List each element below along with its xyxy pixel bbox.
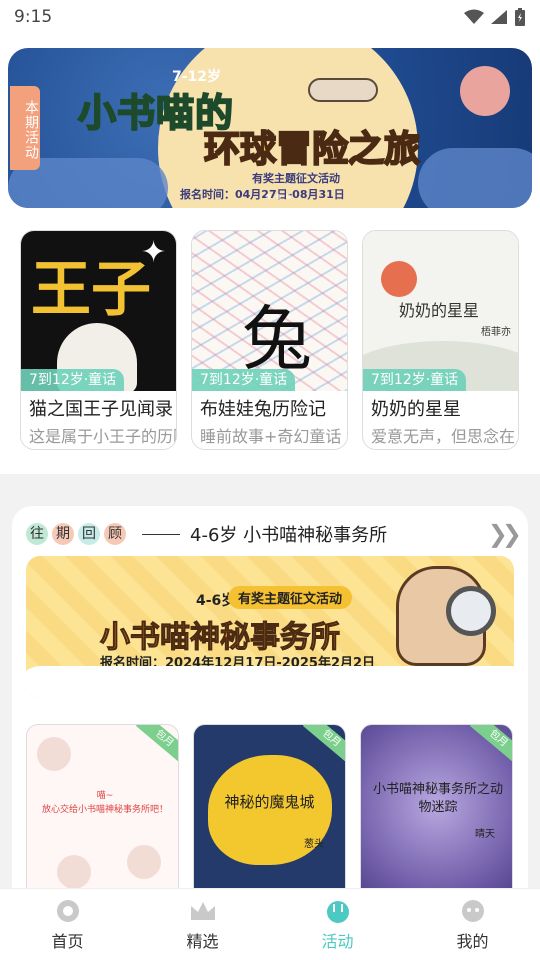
current-activity-badge: 本期活动 [10, 86, 40, 170]
banner-cloud [418, 148, 532, 208]
book-title: 奶奶的星星 [371, 399, 461, 420]
past-review-header[interactable]: 往 期 回 顾 4-6岁 小书喵神秘事务所 ❯❯ [26, 520, 522, 548]
tab-label: 活动 [321, 931, 354, 951]
sparkle-icon: ✦ [141, 235, 167, 270]
tab-featured[interactable]: 精选 [135, 889, 270, 960]
status-bar: 9:15 [0, 0, 540, 34]
book-cover: 王子 ✦ 7到12岁·童话 [21, 231, 176, 391]
promo-title: 小书喵神秘事务所 [100, 620, 341, 656]
status-time: 9:15 [14, 7, 53, 27]
book-card[interactable]: 王子 ✦ 7到12岁·童话 猫之国王子见闻录 这是属于小王子的历险 [20, 230, 177, 450]
activity-banner[interactable]: 本期活动 7-12岁 小书喵的 环球冒险之旅 有奖主题征文活动 报名时间：04月… [8, 48, 532, 208]
past-activity-banner[interactable]: 4-6岁 有奖主题征文活动 小书喵神秘事务所 报名时间：2024年12月17日-… [26, 556, 514, 698]
monthly-ribbon: 包月 [302, 725, 345, 765]
chip: 回 [78, 523, 100, 545]
cover-author: 晴天 [475, 829, 495, 840]
tab-profile[interactable]: 我的 [405, 889, 540, 960]
home-icon [56, 899, 79, 922]
banner-title-2: 环球冒险之旅 [203, 128, 421, 171]
paw-icon [57, 855, 91, 889]
crown-icon [190, 901, 215, 920]
cover-title: 王子 [31, 255, 151, 325]
banner-planet [460, 66, 510, 116]
book-card[interactable]: 兔 7到12岁·童话 布娃娃兔历险记 睡前故事+奇幻童话 [191, 230, 348, 450]
age-genre-tag: 7到12岁·童话 [363, 369, 467, 391]
magnifier-icon [446, 586, 496, 636]
monthly-ribbon: 包月 [469, 725, 512, 765]
tab-label: 精选 [186, 931, 219, 951]
chip: 期 [52, 523, 74, 545]
cover-sun [381, 261, 417, 297]
paw-icon [37, 737, 71, 771]
banner-subtitle: 有奖主题征文活动 [252, 172, 340, 185]
book-card[interactable]: 神秘的魔鬼城 葱头 包月 [193, 724, 346, 904]
double-chevron-right-icon[interactable]: ❯❯ [488, 520, 522, 548]
chip: 顾 [104, 523, 126, 545]
cover-text: 小书喵神秘事务所之动物迷踪 [373, 782, 504, 815]
book-card[interactable]: 喵~ 放心交给小书喵神秘事务所吧！ 包月 [26, 724, 179, 904]
paw-icon [127, 845, 161, 879]
top-section: 本期活动 7-12岁 小书喵的 环球冒险之旅 有奖主题征文活动 报名时间：04月… [0, 34, 540, 474]
book-desc: 爱意无声，但思念在 [371, 427, 516, 446]
banner-plane [308, 78, 378, 102]
tab-activity[interactable]: 活动 [270, 889, 405, 960]
book-list: 王子 ✦ 7到12岁·童话 猫之国王子见闻录 这是属于小王子的历险 兔 7到12… [20, 230, 519, 450]
past-book-list: 喵~ 放心交给小书喵神秘事务所吧！ 包月 神秘的魔鬼城 葱头 包月 小书喵神秘事… [26, 724, 513, 904]
cover-text: 喵~ 放心交给小书喵神秘事务所吧！ [41, 791, 168, 815]
status-icons [464, 8, 526, 26]
book-cover: 奶奶的星星 梧菲亦 7到12岁·童话 [363, 231, 518, 391]
past-review-panel: 往 期 回 顾 4-6岁 小书喵神秘事务所 ❯❯ 4-6岁 有奖主题征文活动 小… [12, 506, 528, 926]
signal-icon [491, 10, 507, 24]
tab-home[interactable]: 首页 [0, 889, 135, 960]
book-card[interactable]: 小书喵神秘事务所之动物迷踪 晴天 包月 [360, 724, 513, 904]
cover-author: 葱头 [304, 839, 324, 850]
past-activity-title: 4-6岁 小书喵神秘事务所 [190, 525, 388, 546]
battery-icon [515, 8, 525, 26]
tab-label: 我的 [456, 931, 489, 951]
banner-date: 报名时间：04月27日-08月31日 [180, 188, 345, 201]
tab-label: 首页 [51, 931, 84, 951]
monthly-ribbon: 包月 [135, 725, 178, 765]
carousel-dots [266, 194, 291, 199]
divider-line [142, 533, 180, 535]
promo-cloud [26, 666, 514, 698]
book-title: 猫之国王子见闻录 [29, 399, 173, 420]
bottom-tab-bar: 首页 精选 活动 我的 [0, 888, 540, 960]
age-genre-tag: 7到12岁·童话 [21, 369, 125, 391]
wifi-icon [464, 9, 484, 24]
book-desc: 这是属于小王子的历险 [29, 427, 176, 446]
book-title: 布娃娃兔历险记 [200, 399, 326, 420]
book-desc: 睡前故事+奇幻童话 [200, 427, 342, 446]
cover-title: 奶奶的星星 [399, 301, 480, 320]
promo-pill: 有奖主题征文活动 [228, 586, 353, 609]
cover-text: 神秘的魔鬼城 [224, 793, 315, 811]
cover-author: 梧菲亦 [481, 327, 511, 338]
profile-icon [461, 899, 484, 922]
book-card[interactable]: 奶奶的星星 梧菲亦 7到12岁·童话 奶奶的星星 爱意无声，但思念在 [362, 230, 519, 450]
book-cover: 兔 7到12岁·童话 [192, 231, 347, 391]
age-genre-tag: 7到12岁·童话 [192, 369, 296, 391]
activity-icon [326, 900, 349, 923]
chip: 往 [26, 523, 48, 545]
